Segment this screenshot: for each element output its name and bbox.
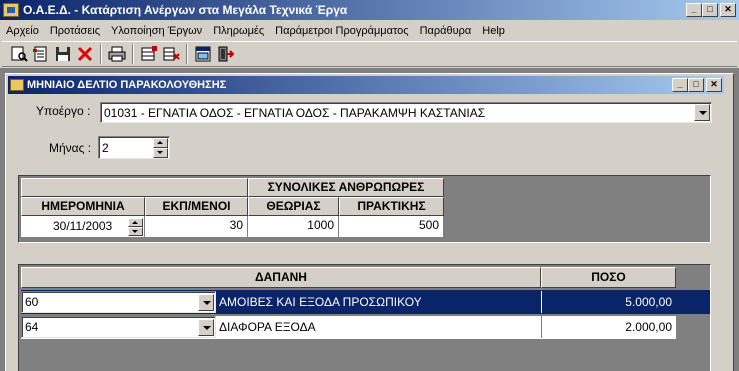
theory-value: 1000 (307, 218, 334, 232)
attendance-grid: ΣΥΝΟΛΙΚΕΣ ΑΝΘΡΩΠΩΡΕΣ ΗΜΕΡΟΜΗΝΙΑ ΕΚΠ/ΜΕΝΟ… (18, 175, 711, 243)
form-window-icon (10, 79, 24, 91)
amount-value: 2.000,00 (625, 320, 672, 334)
date-value: 30/11/2003 (53, 219, 113, 233)
child-minimize-button[interactable]: _ (672, 78, 688, 92)
expense-column-header[interactable]: ΔΑΠΑΝΗ (21, 267, 541, 288)
toolbar-separator (132, 44, 134, 64)
menu-proposals[interactable]: Προτάσεις (50, 25, 100, 37)
expense-code-value: 64 (25, 320, 39, 334)
form-icon[interactable] (192, 43, 214, 65)
expense-code-dropdown-button[interactable] (198, 294, 214, 311)
toolbar-separator (186, 44, 188, 64)
subproject-dropdown-button[interactable] (694, 104, 710, 121)
toolbar-separator (100, 44, 102, 64)
child-close-button[interactable]: ✕ (706, 78, 722, 92)
month-down-button[interactable] (153, 148, 168, 158)
subproject-label: Υποέργο : (36, 104, 91, 118)
menu-program-parameters[interactable]: Παράμετροι Προγράμματος (275, 25, 408, 37)
grid1-blank-header (21, 178, 248, 197)
toolbar (2, 41, 737, 67)
table-row[interactable]: 64 ΔΙΑΦΟΡΑ ΕΞΟΔΑ 2.000,00 (21, 316, 676, 339)
menu-file[interactable]: Αρχείο (6, 25, 39, 37)
expense-desc-value: ΔΙΑΦΟΡΑ ΕΞΟΔΑ (219, 320, 316, 334)
date-column-header[interactable]: ΗΜΕΡΟΜΗΝΙΑ (21, 197, 145, 216)
date-up-button[interactable] (128, 218, 143, 227)
manhours-group-header: ΣΥΝΟΛΙΚΕΣ ΑΝΘΡΩΠΩΡΕΣ (248, 178, 444, 197)
menu-payments[interactable]: Πληρωμές (213, 25, 264, 37)
app-title: Ο.Α.Ε.Δ. - Κατάρτιση Ανέργων στα Μεγάλα … (23, 3, 348, 17)
expenses-grid: ΔΑΠΑΝΗ ΠΟΣΟ 60 ΑΜΟΙΒΕΣ ΚΑΙ ΕΞΟΔΑ ΠΡΟΣΩΠΙ… (18, 264, 711, 371)
trainees-cell[interactable]: 30 (145, 216, 248, 238)
delete-icon[interactable] (74, 43, 96, 65)
child-maximize-button[interactable]: □ (688, 78, 704, 92)
close-button[interactable]: ✕ (720, 3, 736, 17)
expense-desc-value: ΑΜΟΙΒΕΣ ΚΑΙ ΕΞΟΔΑ ΠΡΟΣΩΠΙΚΟΥ (219, 295, 422, 309)
minimize-button[interactable]: _ (686, 3, 702, 17)
app-icon (3, 3, 19, 17)
child-title-bar[interactable]: ΜΗΝΙΑΙΟ ΔΕΛΤΙΟ ΠΑΡΑΚΟΛΟΥΘΗΣΗΣ _ □ ✕ (8, 76, 724, 94)
table-row[interactable]: 60 ΑΜΟΙΒΕΣ ΚΑΙ ΕΞΟΔΑ ΠΡΟΣΩΠΙΚΟΥ 5.000,00 (21, 290, 710, 314)
date-down-button[interactable] (128, 227, 143, 236)
subproject-combo[interactable]: 01031 - ΕΓΝΑΤΙΑ ΟΔΟΣ - ΕΓΝΑΤΙΑ ΟΔΟΣ - ΠΑ… (100, 102, 712, 123)
exit-icon[interactable] (214, 43, 236, 65)
month-label: Μήνας : (49, 141, 92, 155)
expense-code-value: 60 (25, 295, 39, 309)
practice-cell[interactable]: 500 (339, 216, 444, 238)
maximize-button[interactable]: □ (702, 3, 718, 17)
menu-bar: Αρχείο Προτάσεις Υλοποίηση Έργων Πληρωμέ… (0, 21, 739, 40)
new-record-icon[interactable] (30, 43, 52, 65)
subproject-value: 01031 - ΕΓΝΑΤΙΑ ΟΔΟΣ - ΕΓΝΑΤΙΑ ΟΔΟΣ - ΠΑ… (104, 106, 486, 120)
menu-help[interactable]: Help (482, 25, 505, 37)
theory-column-header[interactable]: ΘΕΩΡΙΑΣ (248, 197, 339, 216)
month-up-button[interactable] (153, 138, 168, 148)
search-doc-icon[interactable] (8, 43, 30, 65)
insert-row-icon[interactable] (138, 43, 160, 65)
app-title-bar[interactable]: Ο.Α.Ε.Δ. - Κατάρτιση Ανέργων στα Μεγάλα … (0, 0, 739, 20)
amount-column-header[interactable]: ΠΟΣΟ (541, 267, 676, 288)
expense-code-dropdown-button[interactable] (198, 319, 214, 336)
expense-code-combo[interactable]: 60 (21, 291, 216, 313)
trainees-column-header[interactable]: ΕΚΠ/ΜΕΝΟΙ (145, 197, 248, 216)
date-cell[interactable]: 30/11/2003 (21, 216, 145, 238)
theory-cell[interactable]: 1000 (248, 216, 339, 238)
save-icon[interactable] (52, 43, 74, 65)
child-title: ΜΗΝΙΑΙΟ ΔΕΛΤΙΟ ΠΑΡΑΚΟΛΟΥΘΗΣΗΣ (27, 79, 227, 91)
amount-cell[interactable]: 5.000,00 (541, 291, 676, 313)
practice-column-header[interactable]: ΠΡΑΚΤΙΚΗΣ (339, 197, 444, 216)
delete-row-icon[interactable] (160, 43, 182, 65)
expense-code-combo[interactable]: 64 (21, 316, 216, 338)
month-value: 2 (102, 141, 109, 155)
month-spinner[interactable]: 2 (98, 136, 170, 159)
amount-value: 5.000,00 (625, 295, 672, 309)
menu-project-implementation[interactable]: Υλοποίηση Έργων (111, 25, 202, 37)
menu-windows[interactable]: Παράθυρα (420, 25, 472, 37)
amount-cell[interactable]: 2.000,00 (541, 316, 676, 338)
print-icon[interactable] (106, 43, 128, 65)
trainees-value: 30 (229, 218, 243, 232)
practice-value: 500 (418, 218, 439, 232)
